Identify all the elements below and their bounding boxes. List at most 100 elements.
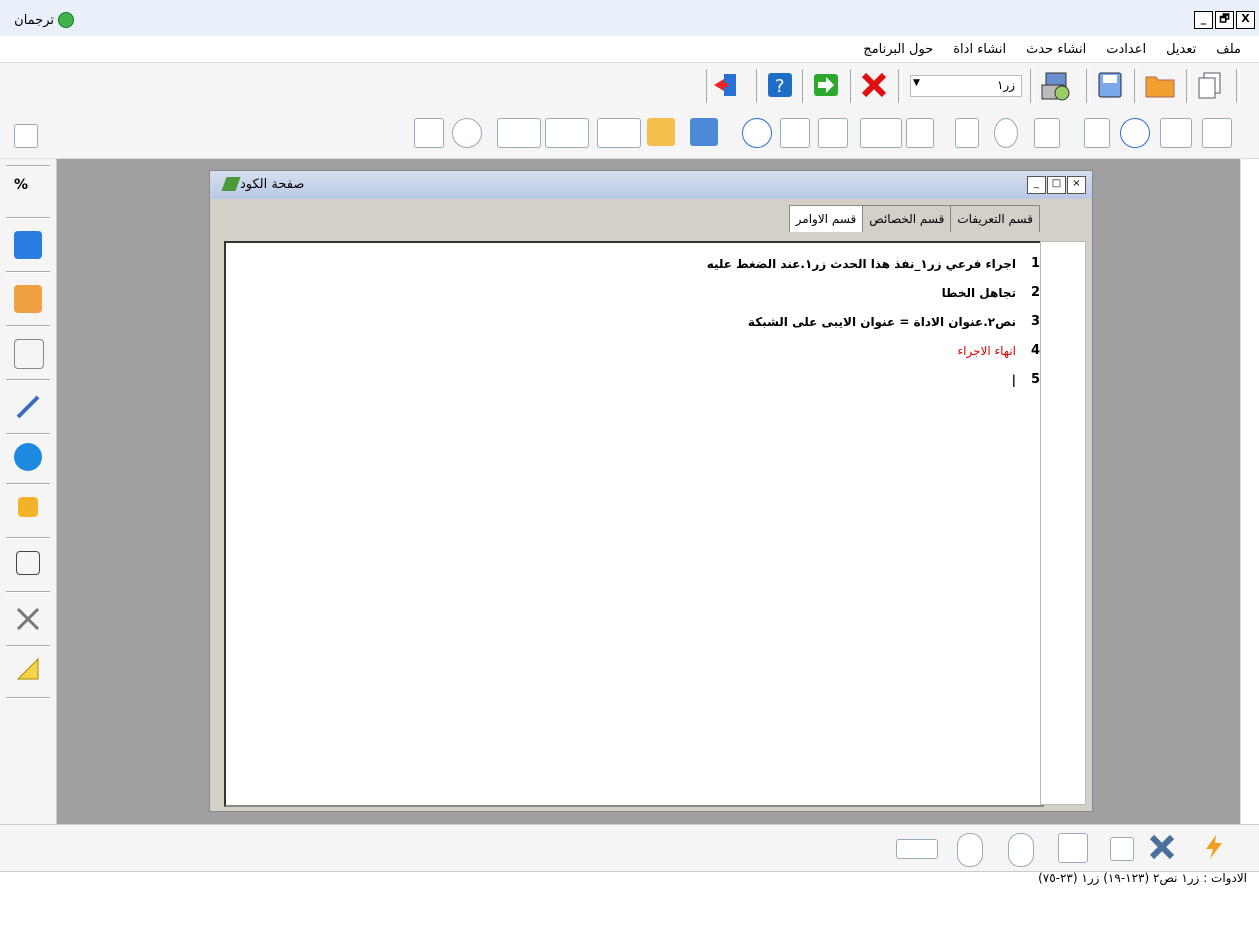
comment-icon[interactable] — [1120, 118, 1150, 148]
toolbar-separator — [1236, 69, 1240, 103]
code-window-controls: _ □ × — [1027, 176, 1086, 194]
menu-about[interactable]: حول البرنامج — [863, 42, 933, 57]
menu-edit[interactable]: تعديل — [1166, 42, 1196, 57]
line-number: 3 — [1030, 314, 1040, 329]
pen-icon[interactable] — [14, 393, 42, 421]
listbox-icon[interactable] — [1034, 118, 1060, 148]
textbox-icon[interactable] — [1084, 118, 1110, 148]
checkbox-icon[interactable] — [955, 118, 979, 148]
clock-icon[interactable] — [452, 118, 482, 148]
line-number: 5 — [1030, 372, 1040, 387]
maximize-button[interactable]: 🗗 — [1215, 11, 1234, 29]
close-button[interactable]: X — [1236, 11, 1255, 29]
list-icon[interactable] — [545, 118, 589, 148]
toolbar-separator — [802, 69, 806, 103]
xy-icon[interactable] — [780, 118, 810, 148]
combo-icon[interactable] — [597, 118, 641, 148]
run-icon[interactable] — [812, 71, 840, 99]
toolbar-separator — [1134, 69, 1138, 103]
triangle-icon[interactable] — [14, 655, 42, 683]
toolbar-separator — [6, 645, 50, 647]
code-window-title: صفحة الكود — [240, 177, 305, 192]
frame-icon[interactable] — [497, 118, 541, 148]
toggle-icon[interactable] — [896, 839, 938, 859]
form-icon[interactable] — [14, 124, 38, 148]
paint-icon[interactable] — [14, 339, 44, 369]
rectangle-icon[interactable] — [16, 551, 40, 575]
toolbar-separator — [6, 271, 50, 273]
status-value: زر١ نص٢ (١٢٣-١٩) زر١ (٢٣-٧٥) — [1038, 871, 1200, 885]
control-selector[interactable]: زر١ ▼ — [910, 75, 1022, 97]
toolbar-separator — [1186, 69, 1190, 103]
toolbar-separator — [6, 591, 50, 593]
chevron-down-icon[interactable]: ▼ — [913, 78, 920, 88]
line-number: 4 — [1030, 343, 1040, 358]
web-icon[interactable] — [742, 118, 772, 148]
code-lines: 1 اجراء فرعي زر١_نفذ هذا الحدث زر١.عند ا… — [707, 249, 1040, 394]
lightning-icon[interactable] — [1200, 833, 1228, 861]
code-window-titlebar[interactable]: صفحة الكود _ □ × — [210, 171, 1092, 199]
code-maximize-button[interactable]: □ — [1047, 176, 1066, 194]
menu-bar: ملف تعديل اعدادت انشاء حدث انشاء اداة حو… — [863, 37, 1259, 61]
toolbar-separator — [6, 217, 50, 219]
pen-nib-icon[interactable] — [1058, 833, 1088, 863]
save-icon[interactable] — [1096, 71, 1124, 99]
info-icon[interactable] — [14, 231, 42, 259]
tools-icon[interactable] — [14, 605, 42, 633]
status-label: الادوات : — [1203, 871, 1247, 885]
status-bar: الادوات : زر١ نص٢ (١٢٣-١٩) زر١ (٢٣-٧٥) — [1038, 871, 1247, 885]
toolbar-separator — [850, 69, 854, 103]
toolbar-separator — [756, 69, 760, 103]
pencil-icon — [221, 177, 241, 191]
folder-icon[interactable] — [1144, 71, 1175, 99]
exit-icon[interactable] — [712, 71, 740, 99]
toolbar-separator — [706, 69, 710, 103]
mouse-icon[interactable] — [957, 833, 983, 867]
listview-icon[interactable] — [414, 118, 444, 148]
keyboard-icon[interactable] — [1110, 837, 1134, 861]
code-line: 2 تجاهل الخطا — [707, 278, 1040, 307]
code-text: تجاهل الخطا — [941, 285, 1016, 300]
control-selector-value: زر١ — [996, 78, 1015, 92]
title-bar: ترجمان _ 🗗 X — [0, 0, 1259, 36]
info-circle-icon[interactable] — [14, 443, 42, 471]
minimize-button[interactable]: _ — [1194, 11, 1213, 29]
toolbar-separator — [6, 697, 50, 699]
user-icon[interactable] — [14, 285, 42, 313]
line-gutter — [1040, 241, 1086, 805]
output-area — [0, 890, 1259, 937]
hierarchy-icon[interactable] — [690, 118, 718, 146]
menu-create-event[interactable]: انشاء حدث — [1026, 42, 1086, 57]
radio-icon[interactable] — [994, 118, 1018, 148]
percent-button[interactable]: % — [14, 177, 42, 205]
menu-file[interactable]: ملف — [1216, 42, 1241, 57]
menu-settings[interactable]: اعدادت — [1106, 42, 1146, 57]
tab-definitions[interactable]: قسم التعريفات — [950, 205, 1040, 232]
tab-properties[interactable]: قسم الخصائص — [862, 205, 952, 232]
svg-text:?: ? — [775, 76, 785, 97]
help-icon[interactable]: ? — [766, 71, 794, 99]
code-line: 5 | — [707, 365, 1040, 394]
code-line: 4 انهاء الاجراء — [707, 336, 1040, 365]
layers-icon[interactable] — [18, 497, 38, 517]
text-cursor: | — [1011, 372, 1016, 387]
code-minimize-button[interactable]: _ — [1027, 176, 1046, 194]
progress-icon[interactable] — [906, 118, 934, 148]
tree-icon[interactable] — [647, 118, 675, 146]
pointer-icon[interactable] — [1202, 118, 1232, 148]
grid-icon[interactable] — [818, 118, 848, 148]
mouse-alt-icon[interactable] — [1008, 833, 1034, 867]
package-icon[interactable] — [1040, 71, 1070, 101]
tab-commands[interactable]: قسم الاوامر — [788, 205, 864, 232]
code-text: اجراء فرعي زر١_نفذ هذا الحدث زر١.عند الض… — [706, 256, 1016, 271]
toolbar-separator — [898, 69, 902, 103]
new-file-icon[interactable] — [1196, 71, 1224, 99]
menu-create-tool[interactable]: انشاء اداة — [953, 42, 1006, 57]
code-close-button[interactable]: × — [1067, 176, 1086, 194]
toolbar-separator — [6, 537, 50, 539]
stop-icon[interactable] — [860, 71, 888, 99]
toolbar-separator — [6, 379, 50, 381]
cross-icon[interactable] — [1148, 833, 1176, 861]
image-icon[interactable] — [860, 118, 902, 148]
number-icon[interactable] — [1160, 118, 1192, 148]
